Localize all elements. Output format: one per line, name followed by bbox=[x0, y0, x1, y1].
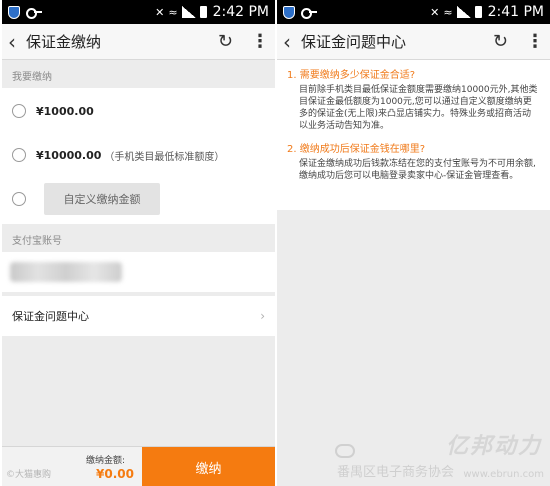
shield-icon bbox=[283, 5, 295, 19]
app-bar: ‹ 保证金问题中心 ↻ ⋮ bbox=[277, 24, 550, 60]
wifi-icon: ≈ bbox=[443, 5, 453, 19]
battery-icon bbox=[474, 6, 482, 18]
wechat-icon bbox=[335, 444, 355, 458]
back-chevron-icon[interactable]: ‹ bbox=[8, 32, 22, 52]
custom-amount-input[interactable]: 自定义缴纳金额 bbox=[44, 183, 160, 215]
faq-center-link[interactable]: 保证金问题中心 › bbox=[2, 296, 275, 336]
faq-answer: 保证金缴纳成功后钱款冻结在您的支付宝账号为不可用余额,缴纳成功后您可以电脑登录卖… bbox=[299, 159, 536, 181]
radio-button[interactable] bbox=[12, 104, 26, 118]
signal-icon bbox=[181, 6, 196, 18]
option-amount: ¥10000.00 bbox=[36, 148, 102, 162]
page-title: 保证金缴纳 bbox=[26, 33, 102, 51]
faq-answer: 目前除手机类目最低保证金额度需要缴纳10000元外,其他类目保证金最低额度为10… bbox=[299, 85, 538, 131]
brand-subtitle: 番禺区电子商务协会 bbox=[337, 465, 455, 480]
sum-label: 缴纳金额: bbox=[86, 456, 126, 466]
bottom-bar: ©大猫惠购 缴纳金额: ¥0.00 缴纳 bbox=[2, 446, 275, 486]
status-bar: ✕ ≈ 2:41 PM bbox=[277, 0, 550, 24]
key-icon bbox=[301, 8, 317, 19]
faq-question: 2. 缴纳成功后保证金钱在哪里? bbox=[287, 144, 426, 155]
option-10000[interactable]: ¥10000.00 （手机类目最低标准额度） bbox=[2, 134, 275, 176]
wifi-icon: ≈ bbox=[168, 5, 178, 19]
radio-button[interactable] bbox=[12, 148, 26, 162]
faq-link-label: 保证金问题中心 bbox=[12, 310, 89, 323]
phone-deposit-payment: ✕ ≈ 2:42 PM ‹ 保证金缴纳 ↻ ⋮ 我要缴纳 ¥1000.00 ¥1… bbox=[2, 0, 275, 486]
brand-watermark: 亿邦动力 bbox=[445, 434, 542, 459]
shield-icon bbox=[8, 5, 20, 19]
brand-url: www.ebrun.com bbox=[463, 469, 544, 480]
watermark: ©大猫惠购 bbox=[6, 470, 52, 480]
option-custom[interactable]: 自定义缴纳金额 bbox=[2, 178, 275, 220]
app-bar: ‹ 保证金缴纳 ↻ ⋮ bbox=[2, 24, 275, 60]
option-hint: （手机类目最低标准额度） bbox=[104, 151, 225, 163]
payment-options: ¥1000.00 ¥10000.00 （手机类目最低标准额度） 自定义缴纳金额 bbox=[2, 88, 275, 224]
status-time: 2:42 PM bbox=[212, 4, 269, 20]
section-payment-label: 我要缴纳 bbox=[2, 62, 275, 88]
more-vertical-icon[interactable]: ⋮ bbox=[526, 31, 544, 52]
more-vertical-icon[interactable]: ⋮ bbox=[251, 31, 269, 52]
blurred-account-value bbox=[10, 262, 122, 282]
refresh-icon[interactable]: ↻ bbox=[493, 31, 508, 52]
screenshot-canvas: ✕ ≈ 2:42 PM ‹ 保证金缴纳 ↻ ⋮ 我要缴纳 ¥1000.00 ¥1… bbox=[0, 0, 550, 486]
status-time: 2:41 PM bbox=[487, 4, 544, 20]
mute-icon: ✕ bbox=[430, 5, 440, 19]
faq-panel: 1. 需要缴纳多少保证金合适? 目前除手机类目最低保证金额度需要缴纳10000元… bbox=[277, 60, 550, 210]
key-icon bbox=[26, 8, 42, 19]
section-account-label: 支付宝账号 bbox=[2, 226, 275, 252]
status-bar: ✕ ≈ 2:42 PM bbox=[2, 0, 275, 24]
option-1000[interactable]: ¥1000.00 bbox=[2, 90, 275, 132]
page-title: 保证金问题中心 bbox=[301, 33, 407, 51]
chevron-right-icon: › bbox=[260, 309, 265, 323]
signal-icon bbox=[456, 6, 471, 18]
back-chevron-icon[interactable]: ‹ bbox=[283, 32, 297, 52]
pay-button[interactable]: 缴纳 bbox=[142, 447, 275, 486]
option-amount: ¥1000.00 bbox=[36, 104, 94, 118]
mute-icon: ✕ bbox=[155, 5, 165, 19]
refresh-icon[interactable]: ↻ bbox=[218, 31, 233, 52]
radio-button[interactable] bbox=[12, 192, 26, 206]
battery-icon bbox=[199, 6, 207, 18]
phone-faq-center: ✕ ≈ 2:41 PM ‹ 保证金问题中心 ↻ ⋮ 1. 需要缴纳多少保证金合适… bbox=[277, 0, 550, 486]
sum-value: ¥0.00 bbox=[96, 467, 134, 481]
faq-question: 1. 需要缴纳多少保证金合适? bbox=[287, 70, 416, 81]
